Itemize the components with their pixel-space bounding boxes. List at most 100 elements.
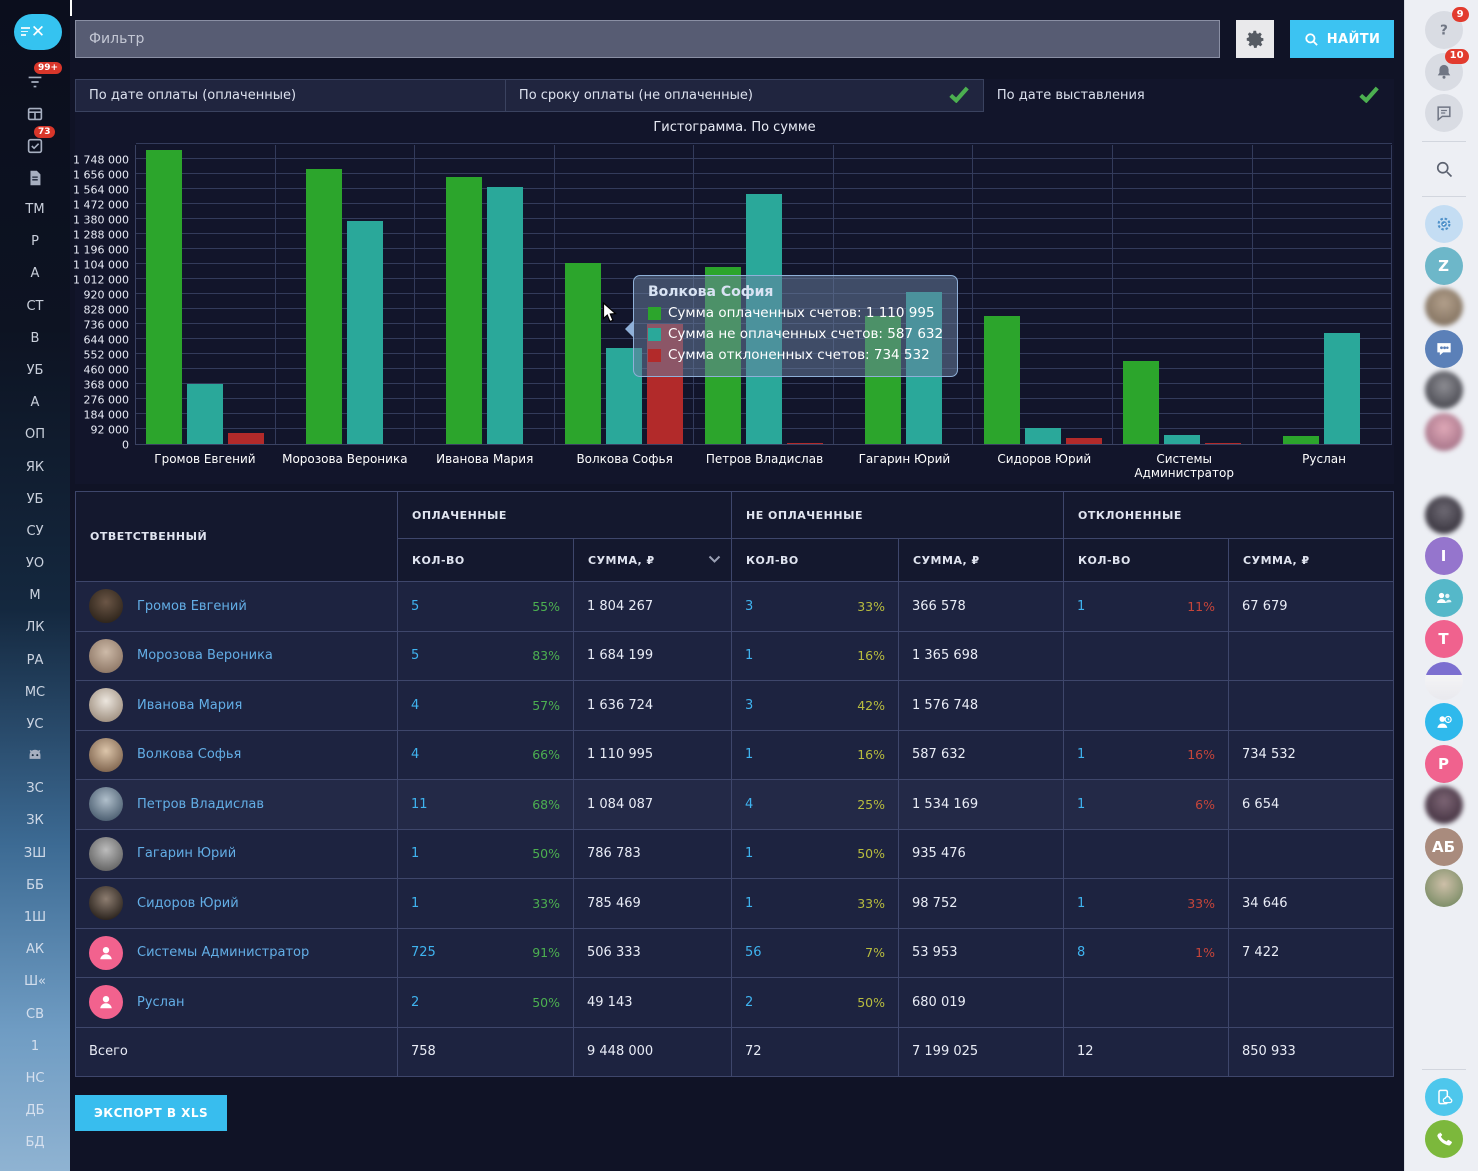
sidebar-item-Ш«[interactable]: Ш« [0, 966, 70, 998]
sidebar-item-СУ[interactable]: СУ [0, 516, 70, 548]
group-chat-icon[interactable] [1425, 330, 1463, 368]
responsible-link[interactable]: Громов Евгений [137, 599, 247, 614]
col-header-declined-sum[interactable]: СУММА, ₽ [1229, 539, 1394, 582]
bar[interactable] [1164, 435, 1200, 444]
notifications-icon[interactable]: 10 [1425, 53, 1463, 91]
sidebar-item-АК[interactable]: АК [0, 934, 70, 966]
help-icon[interactable]: ?9 [1425, 11, 1463, 49]
group-avatar-icon[interactable] [1425, 579, 1463, 617]
sidebar-item-ЯК[interactable]: ЯК [0, 452, 70, 484]
sidebar-document-icon[interactable] [22, 165, 48, 191]
sidebar-item-МС[interactable]: МС [0, 677, 70, 709]
filter-input[interactable] [75, 20, 1220, 58]
sidebar-item-ББ[interactable]: ББ [0, 870, 70, 902]
search-button[interactable]: НАЙТИ [1290, 20, 1394, 58]
responsible-link[interactable]: Морозова Вероника [137, 648, 273, 663]
col-header-paid-sum[interactable]: СУММА, ₽ [574, 539, 732, 582]
bar[interactable] [146, 150, 182, 444]
chat-avatar[interactable]: Р [1425, 745, 1463, 783]
chat-avatar[interactable] [1425, 454, 1463, 492]
responsible-link[interactable]: Руслан [137, 995, 184, 1010]
sidebar-item-ЗШ[interactable]: ЗШ [0, 838, 70, 870]
sidebar-item-УБ[interactable]: УБ [0, 484, 70, 516]
bar[interactable] [787, 443, 823, 444]
bar[interactable] [1324, 333, 1360, 444]
sidebar-item-ДБ[interactable]: ДБ [0, 1095, 70, 1127]
col-header-paid-count[interactable]: КОЛ-ВО [398, 539, 574, 582]
sidebar-tasks-icon[interactable]: 73 [22, 133, 48, 159]
chat-avatar[interactable] [1425, 869, 1463, 907]
responsible-link[interactable]: Петров Владислав [137, 797, 264, 812]
sidebar-item-СТ[interactable]: СТ [0, 291, 70, 323]
tab-2[interactable]: По сроку оплаты (не оплаченные) [506, 79, 984, 112]
tab-3[interactable]: По дате выставления [984, 79, 1394, 112]
sidebar-item-БД[interactable]: БД [0, 1127, 70, 1159]
sidebar-item-Р[interactable]: Р [0, 226, 70, 258]
bar[interactable] [487, 187, 523, 444]
bar[interactable] [1283, 436, 1319, 444]
col-header-responsible[interactable]: ОТВЕТСТВЕННЫЙ [76, 492, 398, 582]
sidebar-item-М[interactable]: М [0, 580, 70, 612]
sidebar-item-УС[interactable]: УС [0, 709, 70, 741]
bar[interactable] [1123, 361, 1159, 444]
col-header-declined-count[interactable]: КОЛ-ВО [1064, 539, 1229, 582]
bar[interactable] [984, 316, 1020, 444]
responsible-link[interactable]: Волкова Софья [137, 747, 241, 762]
bar[interactable] [446, 177, 482, 444]
sidebar-item-ЛК[interactable]: ЛК [0, 612, 70, 644]
sidebar-item-УБ[interactable]: УБ [0, 355, 70, 387]
chat-avatar[interactable] [1425, 496, 1463, 534]
sidebar-item-ОП[interactable]: ОП [0, 419, 70, 451]
bar[interactable] [187, 384, 223, 444]
col-header-unpaid-sum[interactable]: СУММА, ₽ [899, 539, 1064, 582]
responsible-link[interactable]: Иванова Мария [137, 698, 242, 713]
chat-avatar[interactable] [1425, 371, 1463, 409]
chat-avatar[interactable]: I [1425, 537, 1463, 575]
filter-settings-button[interactable] [1236, 20, 1274, 58]
chat-avatar[interactable] [1425, 288, 1463, 326]
sidebar-item-А[interactable]: А [0, 387, 70, 419]
app-service-icon[interactable] [1425, 205, 1463, 243]
person-clock-icon[interactable] [1425, 703, 1463, 741]
sidebar-item-А[interactable]: А [0, 258, 70, 290]
chat-avatar[interactable]: Z [1425, 247, 1463, 285]
document-chat-avatar[interactable] [1425, 662, 1463, 700]
chat-avatar[interactable]: АБ [1425, 828, 1463, 866]
messages-icon[interactable] [1425, 94, 1463, 132]
sidebar-item-ЗК[interactable]: ЗК [0, 805, 70, 837]
responsible-link[interactable]: Системы Администратор [137, 945, 309, 960]
sidebar-item-1[interactable]: 1 [0, 1031, 70, 1063]
bar[interactable] [347, 221, 383, 444]
bar[interactable] [565, 263, 601, 444]
sidebar-item-В[interactable]: В [0, 323, 70, 355]
chat-avatar[interactable]: Т [1425, 620, 1463, 658]
sidebar-item-ТМ[interactable]: ТМ [0, 194, 70, 226]
search-icon[interactable] [1425, 150, 1463, 188]
bar[interactable] [228, 433, 264, 444]
bar[interactable] [1025, 428, 1061, 444]
bar[interactable] [1205, 443, 1241, 444]
phone-icon[interactable] [1425, 1120, 1463, 1158]
sidebar-item-ЗС[interactable]: ЗС [0, 773, 70, 805]
chat-avatar[interactable] [1425, 786, 1463, 824]
tab-1[interactable]: По дате оплаты (оплаченные) [75, 79, 506, 112]
sidebar-robot-icon[interactable] [22, 744, 48, 770]
export-xls-button[interactable]: ЭКСПОРТ В XLS [75, 1095, 227, 1131]
device-sync-icon[interactable] [1425, 1078, 1463, 1116]
collapse-menu-button[interactable]: ✕ [14, 14, 62, 50]
bar[interactable] [306, 169, 342, 444]
responsible-link[interactable]: Гагарин Юрий [137, 846, 236, 861]
sidebar-filter-icon[interactable]: 99+ [22, 69, 48, 95]
col-header-unpaid-count[interactable]: КОЛ-ВО [732, 539, 899, 582]
sidebar-item-1Ш[interactable]: 1Ш [0, 902, 70, 934]
percent-value: 91% [532, 945, 560, 960]
sidebar-item-РА[interactable]: РА [0, 645, 70, 677]
sort-descending-icon[interactable] [708, 554, 721, 567]
sidebar-kanban-icon[interactable] [22, 101, 48, 127]
responsible-link[interactable]: Сидоров Юрий [137, 896, 239, 911]
chat-avatar[interactable] [1425, 413, 1463, 451]
sidebar-item-СВ[interactable]: СВ [0, 999, 70, 1031]
bar[interactable] [1066, 438, 1102, 444]
sidebar-item-УО[interactable]: УО [0, 548, 70, 580]
sidebar-item-НС[interactable]: НС [0, 1063, 70, 1095]
